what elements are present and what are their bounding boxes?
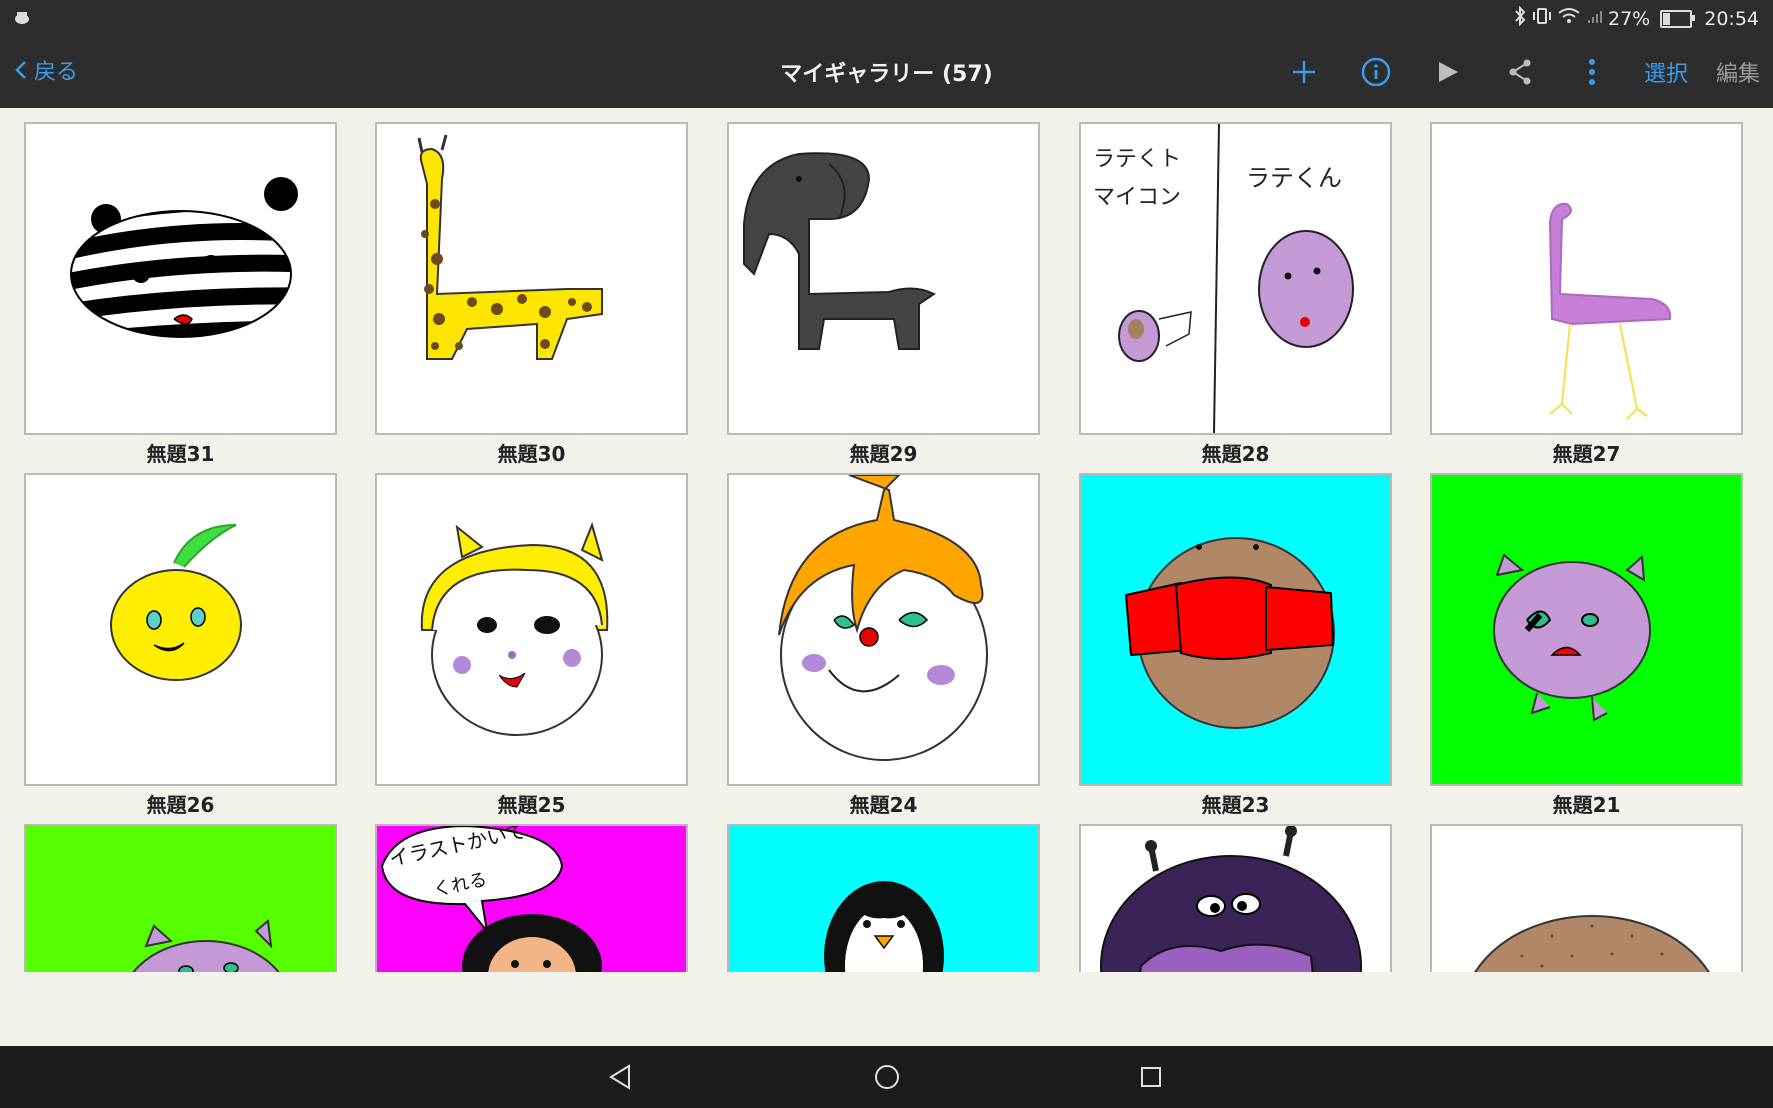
drawing-title: 無題31: [146, 442, 215, 466]
clock: 20:54: [1704, 7, 1759, 30]
play-icon: [1439, 62, 1458, 82]
drawing-thumbnail[interactable]: [24, 122, 337, 435]
drawing-title: 無題25: [497, 793, 566, 817]
drawing-thumbnail[interactable]: ラテくト マイコン ラテくん: [1079, 122, 1392, 435]
wifi-icon: [1558, 7, 1580, 30]
gallery-grid: 無題31 無題30 無題29 ラテくト マイコン ラテくん 無題28 無題27 …: [0, 108, 1773, 972]
drawing-handwriting-left-2: マイコン: [1093, 185, 1181, 210]
more-options-button[interactable]: [1570, 50, 1614, 94]
plus-icon: [1293, 61, 1315, 83]
add-button[interactable]: [1282, 50, 1326, 94]
edit-button[interactable]: 編集: [1708, 50, 1768, 94]
select-button[interactable]: 選択: [1636, 50, 1696, 94]
triangle-back-icon: [609, 1064, 630, 1090]
drawing-title: 無題29: [849, 442, 918, 466]
battery-percent: 27%: [1608, 7, 1651, 30]
share-button[interactable]: [1498, 50, 1542, 94]
app-notification-icon: [14, 8, 32, 30]
status-bar: 27% 20:54: [0, 0, 1773, 36]
circle-home-icon: [875, 1065, 899, 1089]
info-button[interactable]: [1354, 50, 1398, 94]
drawing-thumbnail[interactable]: [375, 473, 688, 786]
app-bar: 戻る マイギャラリー (57) 選択 編集: [0, 36, 1773, 108]
status-icons: 27% 20:54: [1514, 5, 1759, 31]
slideshow-play-button[interactable]: [1426, 50, 1470, 94]
signal-icon: [1586, 7, 1602, 30]
bluetooth-icon: [1514, 5, 1526, 31]
drawing-thumbnail[interactable]: [1430, 824, 1743, 972]
info-icon: [1361, 57, 1391, 87]
drawing-thumbnail[interactable]: [24, 473, 337, 786]
drawing-handwriting-right: ラテくん: [1246, 164, 1342, 192]
drawing-thumbnail[interactable]: イラストかいて くれる: [375, 824, 688, 972]
battery-level: [1663, 12, 1671, 25]
system-navigation-bar: [0, 1046, 1773, 1108]
nav-back-button[interactable]: [603, 1060, 637, 1094]
drawing-title: 無題23: [1201, 793, 1270, 817]
drawing-thumbnail[interactable]: [1079, 824, 1392, 972]
drawing-thumbnail[interactable]: [1430, 122, 1743, 435]
drawing-thumbnail[interactable]: [24, 824, 337, 972]
drawing-title: 無題30: [497, 442, 566, 466]
drawing-title: 無題28: [1201, 442, 1270, 466]
battery-icon: [1660, 9, 1696, 28]
drawing-thumbnail[interactable]: [727, 824, 1040, 972]
drawing-handwriting-left-1: ラテくト: [1093, 147, 1181, 172]
drawing-thumbnail[interactable]: [1079, 473, 1392, 786]
drawing-title: 無題27: [1552, 442, 1621, 466]
drawing-thumbnail[interactable]: [727, 473, 1040, 786]
square-recents-icon: [1141, 1067, 1161, 1087]
drawing-thumbnail[interactable]: [375, 122, 688, 435]
more-vertical-icon: [1589, 59, 1595, 85]
drawing-title: 無題26: [146, 793, 215, 817]
share-icon: [1509, 59, 1531, 85]
nav-recents-button[interactable]: [1134, 1060, 1168, 1094]
nav-home-button[interactable]: [870, 1060, 904, 1094]
drawing-thumbnail[interactable]: [727, 122, 1040, 435]
drawing-title: 無題24: [849, 793, 918, 817]
drawing-title: 無題21: [1552, 793, 1621, 817]
vibrate-icon: [1532, 6, 1552, 31]
drawing-thumbnail[interactable]: [1430, 473, 1743, 786]
